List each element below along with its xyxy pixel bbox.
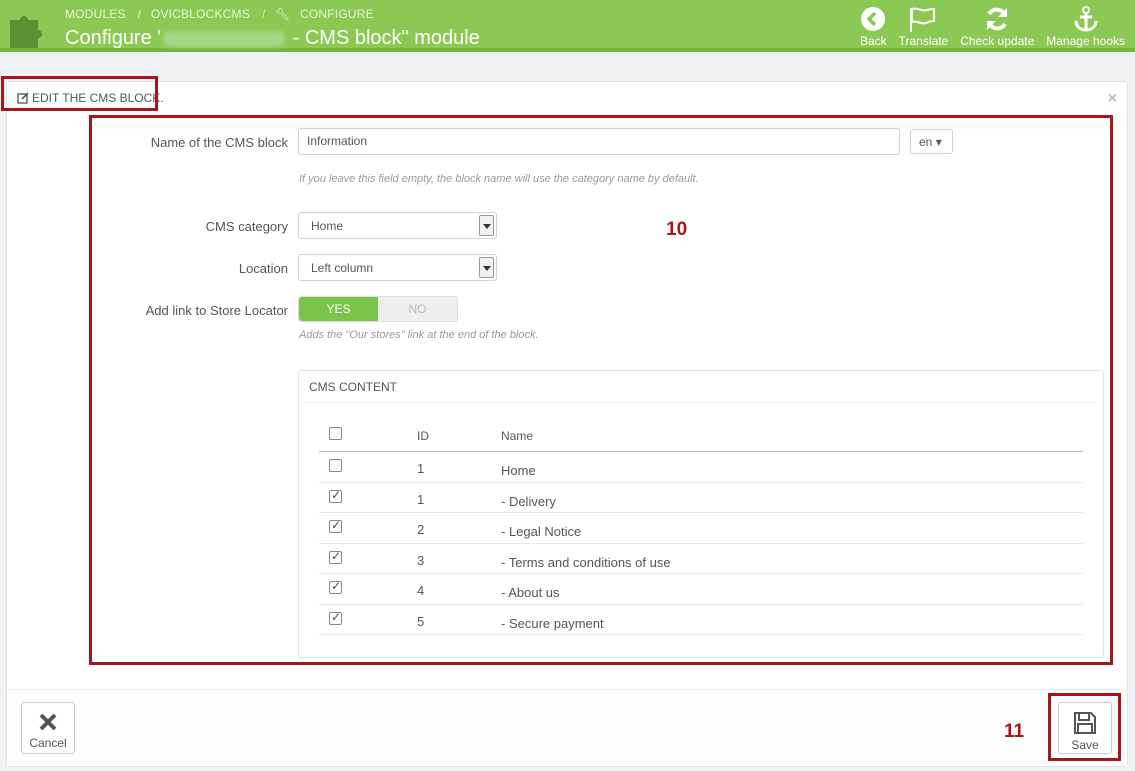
redacted-title-part: [163, 30, 286, 47]
annotation-box-form: [89, 115, 1113, 665]
close-icon[interactable]: ×: [1108, 90, 1117, 108]
flag-icon: [910, 7, 936, 32]
annotation-number-11: 11: [1004, 721, 1025, 742]
breadcrumb: MODULES / OVICBLOCKCMS / 🔧︎ CONFIGURE: [65, 7, 374, 21]
panel-footer: Cancel Save: [7, 689, 1127, 766]
page-title: Configure ' - CMS block" module: [65, 27, 480, 49]
refresh-icon: [987, 7, 1008, 31]
breadcrumb-modules[interactable]: MODULES: [65, 7, 126, 21]
page-header: MODULES / OVICBLOCKCMS / 🔧︎ CONFIGURE Conf…: [0, 0, 1135, 52]
puzzle-logo-icon: [10, 16, 42, 48]
translate-button[interactable]: Translate: [893, 6, 955, 48]
back-circle-icon: [861, 7, 886, 31]
annotation-number-10: 10: [666, 219, 688, 240]
cross-icon: [39, 713, 57, 731]
check-update-button[interactable]: Check update: [954, 6, 1040, 48]
breadcrumb-module-name[interactable]: OVICBLOCKCMS: [151, 7, 250, 21]
back-button[interactable]: Back: [854, 6, 893, 48]
anchor-icon: [1074, 6, 1098, 32]
annotation-box-heading: [1, 76, 158, 111]
cancel-button[interactable]: Cancel: [21, 702, 75, 754]
manage-hooks-button[interactable]: Manage hooks: [1040, 6, 1131, 48]
annotation-box-save: [1048, 693, 1121, 761]
header-toolbar: Back Translate Check update Manage hooks: [854, 6, 1131, 48]
wrench-icon: 🔧︎: [275, 7, 291, 21]
breadcrumb-configure: CONFIGURE: [300, 7, 374, 21]
